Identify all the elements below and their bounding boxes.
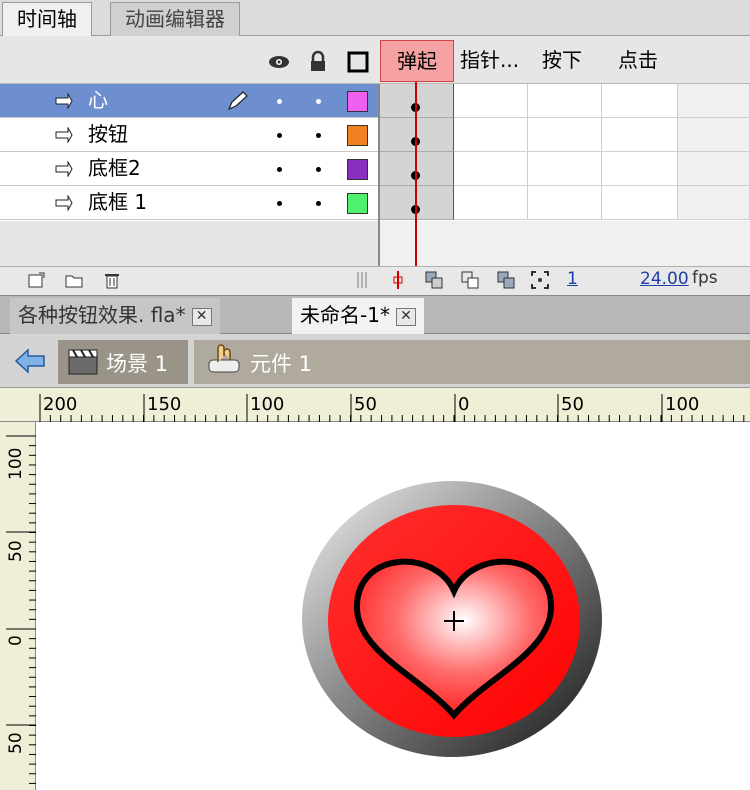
ruler-tick-label: 50	[6, 732, 26, 754]
ruler-tick-label: 200	[43, 394, 78, 415]
layer-color-swatch[interactable]	[347, 159, 368, 180]
layer-name: 底框2	[88, 156, 141, 180]
layer-name: 心	[88, 88, 108, 112]
frame-cell[interactable]	[528, 118, 602, 152]
splitter-handle-icon[interactable]	[352, 270, 372, 290]
frame-cell[interactable]	[678, 84, 750, 118]
frame-cell[interactable]	[454, 84, 528, 118]
frame-grid-empty-area	[380, 221, 750, 266]
frame-cell[interactable]	[454, 118, 528, 152]
ruler-tick-label: 0	[6, 635, 26, 646]
back-arrow-icon[interactable]	[14, 346, 46, 376]
ruler-left[interactable]: 100 50 0 50	[0, 422, 36, 790]
visibility-dot[interactable]	[277, 201, 282, 206]
layer-icon	[55, 93, 73, 109]
clapperboard-icon	[68, 349, 98, 375]
new-folder-icon[interactable]	[64, 270, 84, 290]
onion-skin-icon[interactable]	[424, 270, 444, 290]
frame-cell[interactable]	[454, 152, 528, 186]
document-tab-label: 未命名-1*	[300, 303, 390, 327]
center-frame-icon[interactable]	[388, 270, 408, 290]
frame-label-hit[interactable]: 点击	[618, 40, 658, 82]
frame-cell[interactable]	[678, 118, 750, 152]
frame-cell[interactable]	[454, 186, 528, 220]
layer-list-empty-area	[0, 221, 378, 266]
ruler-tick-label: 50	[561, 394, 584, 415]
heart-button-graphic[interactable]	[37, 423, 750, 790]
frame-rate-unit: fps	[692, 268, 718, 288]
button-symbol-icon	[208, 344, 240, 373]
frame-cell[interactable]	[528, 152, 602, 186]
document-tab-untitled[interactable]: 未命名-1* ✕	[292, 298, 424, 334]
pencil-icon	[227, 91, 248, 111]
ruler-tick-label: 150	[147, 394, 182, 415]
current-frame-number[interactable]: 1	[567, 269, 578, 289]
keyframe-cell[interactable]	[380, 152, 454, 186]
layer-row-frame2[interactable]: 底框2	[0, 152, 378, 186]
outline-icon[interactable]	[346, 50, 370, 74]
lock-dot[interactable]	[316, 201, 321, 206]
breadcrumb-scene-label[interactable]: 场景 1	[106, 348, 168, 378]
frame-rate-value[interactable]: 24.00	[640, 269, 689, 289]
visibility-dot[interactable]	[277, 99, 282, 104]
tab-motion-editor[interactable]: 动画编辑器	[110, 2, 240, 36]
frame-cell[interactable]	[528, 84, 602, 118]
layer-icon	[55, 195, 73, 211]
keyframe-cell[interactable]	[380, 84, 454, 118]
ruler-tick-label: 100	[6, 447, 26, 480]
layer-name: 按钮	[88, 122, 128, 146]
layer-color-swatch[interactable]	[347, 91, 368, 112]
lock-dot[interactable]	[316, 99, 321, 104]
trash-icon[interactable]	[102, 270, 122, 290]
layer-color-swatch[interactable]	[347, 193, 368, 214]
playhead[interactable]	[415, 82, 417, 266]
stage-canvas[interactable]	[37, 423, 750, 790]
layer-row-button[interactable]: 按钮	[0, 118, 378, 152]
ruler-top[interactable]: 200 150 100 50 0 50 100	[0, 388, 750, 422]
lock-dot[interactable]	[316, 133, 321, 138]
modify-onion-markers-icon[interactable]	[530, 270, 550, 290]
timeline-divider[interactable]	[378, 84, 380, 266]
frame-label-up[interactable]: 弹起	[380, 40, 454, 82]
frame-cell[interactable]	[602, 118, 678, 152]
frame-cell[interactable]	[602, 84, 678, 118]
tab-timeline[interactable]: 时间轴	[2, 2, 92, 36]
frame-cell[interactable]	[678, 152, 750, 186]
eye-icon[interactable]	[267, 50, 291, 74]
visibility-dot[interactable]	[277, 167, 282, 172]
ruler-tick-label: 0	[458, 394, 470, 415]
layer-color-swatch[interactable]	[347, 125, 368, 146]
ruler-tick-label: 50	[354, 394, 377, 415]
close-icon[interactable]: ✕	[191, 307, 212, 326]
frame-cell[interactable]	[602, 152, 678, 186]
layer-row-frame1[interactable]: 底框 1	[0, 186, 378, 220]
onion-outlines-icon[interactable]	[460, 270, 480, 290]
document-tab-buttons-fla[interactable]: 各种按钮效果. fla* ✕	[10, 298, 220, 334]
layer-name: 底框 1	[88, 190, 148, 214]
ruler-tick-label: 100	[665, 394, 700, 415]
keyframe-cell[interactable]	[380, 186, 454, 220]
frame-cell[interactable]	[678, 186, 750, 220]
new-layer-icon[interactable]	[26, 270, 46, 290]
ruler-tick-label: 50	[6, 540, 26, 562]
layer-row-heart[interactable]: 心	[0, 84, 378, 118]
lock-icon[interactable]	[306, 50, 330, 74]
lock-dot[interactable]	[316, 167, 321, 172]
frame-cell[interactable]	[528, 186, 602, 220]
layer-icon	[55, 127, 73, 143]
ruler-tick-label: 100	[250, 394, 285, 415]
close-icon[interactable]: ✕	[395, 307, 416, 326]
frame-label-over[interactable]: 指针...	[460, 40, 519, 82]
visibility-dot[interactable]	[277, 133, 282, 138]
layer-icon	[55, 161, 73, 177]
frame-label-down[interactable]: 按下	[542, 40, 582, 82]
breadcrumb-symbol-label[interactable]: 元件 1	[250, 348, 312, 378]
document-tab-label: 各种按钮效果. fla*	[18, 303, 186, 327]
keyframe-cell[interactable]	[380, 118, 454, 152]
frame-cell[interactable]	[602, 186, 678, 220]
edit-multiple-frames-icon[interactable]	[496, 270, 516, 290]
